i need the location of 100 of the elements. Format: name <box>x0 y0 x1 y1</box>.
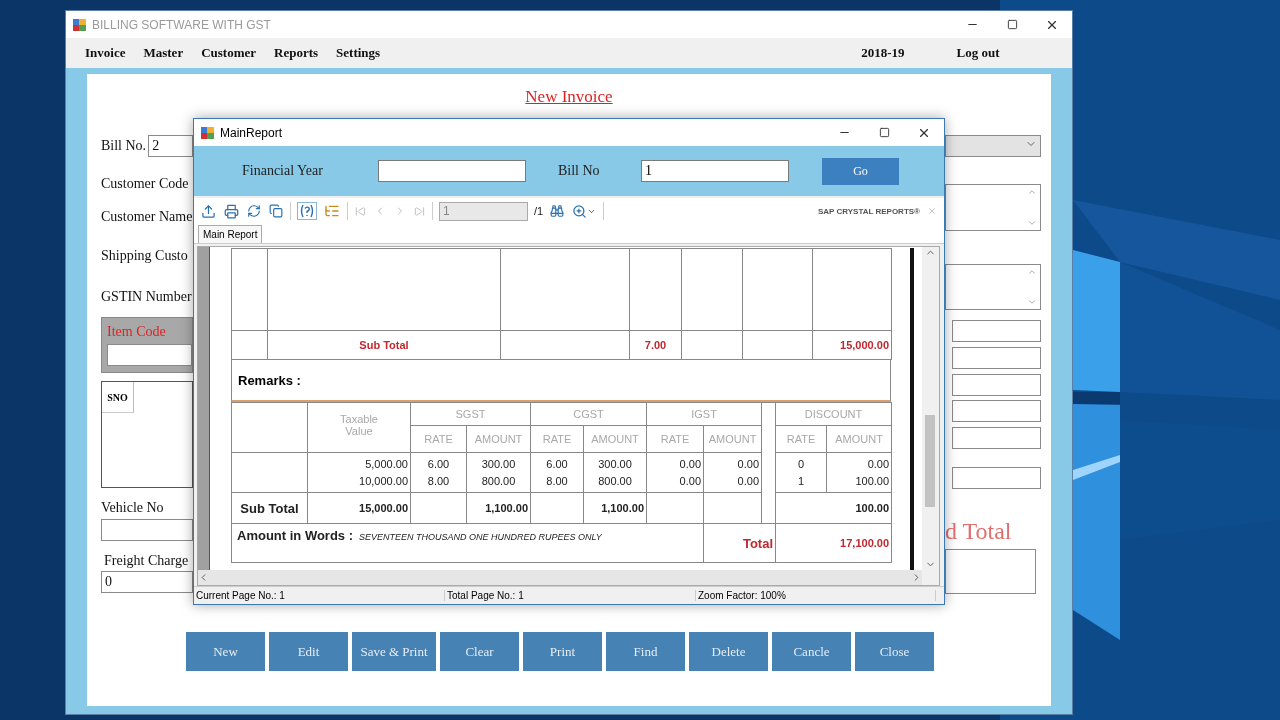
action-button[interactable]: Edit <box>269 632 348 671</box>
action-button[interactable]: Find <box>606 632 685 671</box>
menu-item[interactable]: Invoice <box>76 45 135 61</box>
column-header: SGST <box>410 402 531 426</box>
table-cell: 1,100.00 <box>466 492 531 524</box>
go-button[interactable]: Go <box>822 157 899 185</box>
column-header: AMOUNT <box>583 425 647 453</box>
column-header: CGST <box>530 402 647 426</box>
text-area[interactable] <box>945 264 1041 310</box>
column-header: RATE <box>775 425 827 453</box>
brand-label: SAP CRYSTAL REPORTS® <box>817 206 920 216</box>
input-field[interactable] <box>952 427 1041 449</box>
freight-charge-field[interactable]: 0 <box>101 571 193 593</box>
input-field[interactable] <box>952 374 1041 396</box>
action-button[interactable]: Save & Print <box>352 632 436 671</box>
menu-item[interactable]: Reports <box>265 45 328 61</box>
copy-icon[interactable] <box>268 203 284 219</box>
maximize-icon[interactable] <box>1006 19 1018 30</box>
field-label: Freight Charge <box>104 552 190 570</box>
column-header: IGST <box>646 402 762 426</box>
table-cell: 15,000.00 <box>812 330 892 360</box>
column-header: AMOUNT <box>466 425 531 453</box>
horizontal-scrollbar[interactable] <box>198 570 922 585</box>
table-cell: 0.00 100.00 <box>826 452 892 493</box>
item-code-label: Item Code <box>107 324 166 339</box>
table-cell: 5,000.00 10,000.00 <box>307 452 411 493</box>
chevron-up-icon <box>1027 187 1037 197</box>
field-label: Customer Code <box>101 175 190 193</box>
window-title: BILLING SOFTWARE WITH GST <box>92 17 272 32</box>
table-cell: 6.00 8.00 <box>410 452 467 493</box>
grand-total-field[interactable] <box>945 549 1036 594</box>
action-button[interactable]: Cancle <box>772 632 851 671</box>
form-heading: New Invoice <box>525 87 613 106</box>
table-cell: 100.00 <box>775 492 892 524</box>
table-cell: 15,000.00 <box>307 492 411 524</box>
export-icon[interactable] <box>200 202 217 220</box>
grand-total-label: d Total <box>945 517 1013 545</box>
column-header: SNO <box>102 382 134 413</box>
status-text: Zoom Factor: 100% <box>696 590 936 601</box>
action-button[interactable]: Close <box>855 632 934 671</box>
table-cell: 0.00 0.00 <box>646 452 704 493</box>
input-field[interactable] <box>952 400 1041 422</box>
table-cell: Total <box>703 523 776 563</box>
input-field[interactable] <box>952 347 1041 369</box>
column-header: RATE <box>646 425 704 453</box>
field-label: Bill No. <box>101 137 147 155</box>
chevron-up-icon <box>1027 267 1037 277</box>
field-label: Shipping Custo <box>101 247 189 265</box>
window-title: MainReport <box>220 125 284 140</box>
financial-year-field[interactable] <box>378 160 526 182</box>
field-label: GSTIN Number <box>101 288 193 306</box>
amount-in-words: Amount in Words : SEVENTEEN THOUSAND ONE HUNDRED RUPEES ONLY <box>237 528 603 543</box>
column-header: DISCOUNT <box>775 402 892 426</box>
status-text: Current Page No.: 1 <box>194 590 445 601</box>
table-cell: 300.00 800.00 <box>466 452 531 493</box>
field-label: Financial Year <box>242 163 324 179</box>
maximize-icon[interactable] <box>878 127 890 138</box>
item-code-field[interactable] <box>107 344 192 366</box>
menu-item[interactable]: Settings <box>327 45 390 61</box>
page-number-field[interactable]: 1 <box>439 201 528 221</box>
text-area[interactable] <box>945 184 1041 231</box>
status-text: Total Page No.: 1 <box>445 590 696 601</box>
logout-link[interactable]: Log out <box>956 45 1000 61</box>
input-field[interactable] <box>952 320 1041 342</box>
menu-item[interactable]: Customer <box>192 45 266 61</box>
column-header: AMOUNT <box>826 425 892 453</box>
dropdown[interactable] <box>945 135 1041 157</box>
action-button[interactable]: Print <box>523 632 602 671</box>
financial-year: 2018-19 <box>861 45 905 61</box>
column-header: RATE <box>530 425 584 453</box>
table-cell: 17,100.00 <box>775 523 892 563</box>
app-icon <box>201 126 214 139</box>
refresh-icon[interactable] <box>246 203 262 219</box>
remarks-label: Remarks : <box>238 372 301 388</box>
binoculars-icon[interactable] <box>549 203 566 219</box>
menu-item[interactable]: Master <box>134 45 193 61</box>
help-icon[interactable] <box>297 202 317 220</box>
app-icon <box>73 18 86 31</box>
field-label: Customer Name <box>101 208 193 226</box>
table-cell: 7.00 <box>629 330 682 360</box>
chevron-down-icon <box>1027 218 1037 228</box>
report-tab[interactable]: Main Report <box>198 225 263 243</box>
bill-number-field[interactable]: 2 <box>148 135 193 157</box>
table-cell: 6.00 8.00 <box>530 452 584 493</box>
field-label: Vehicle No <box>101 499 165 517</box>
action-button[interactable]: Delete <box>689 632 768 671</box>
input-field[interactable] <box>952 467 1041 489</box>
table-cell: Sub Total <box>267 330 501 360</box>
table-cell: Sub Total <box>231 492 308 524</box>
action-button[interactable]: Clear <box>440 632 519 671</box>
print-icon[interactable] <box>223 202 240 220</box>
table-cell: 300.00 800.00 <box>583 452 647 493</box>
field-label: Bill No <box>558 163 601 179</box>
action-button[interactable]: New <box>186 632 265 671</box>
vehicle-number-field[interactable] <box>101 519 193 541</box>
table-cell: 0 1 <box>775 452 827 493</box>
table-cell: 1,100.00 <box>583 492 647 524</box>
page-count: /1 <box>534 205 544 217</box>
scroll-thumb[interactable] <box>925 415 935 507</box>
bill-number-field[interactable]: 1 <box>641 160 789 182</box>
